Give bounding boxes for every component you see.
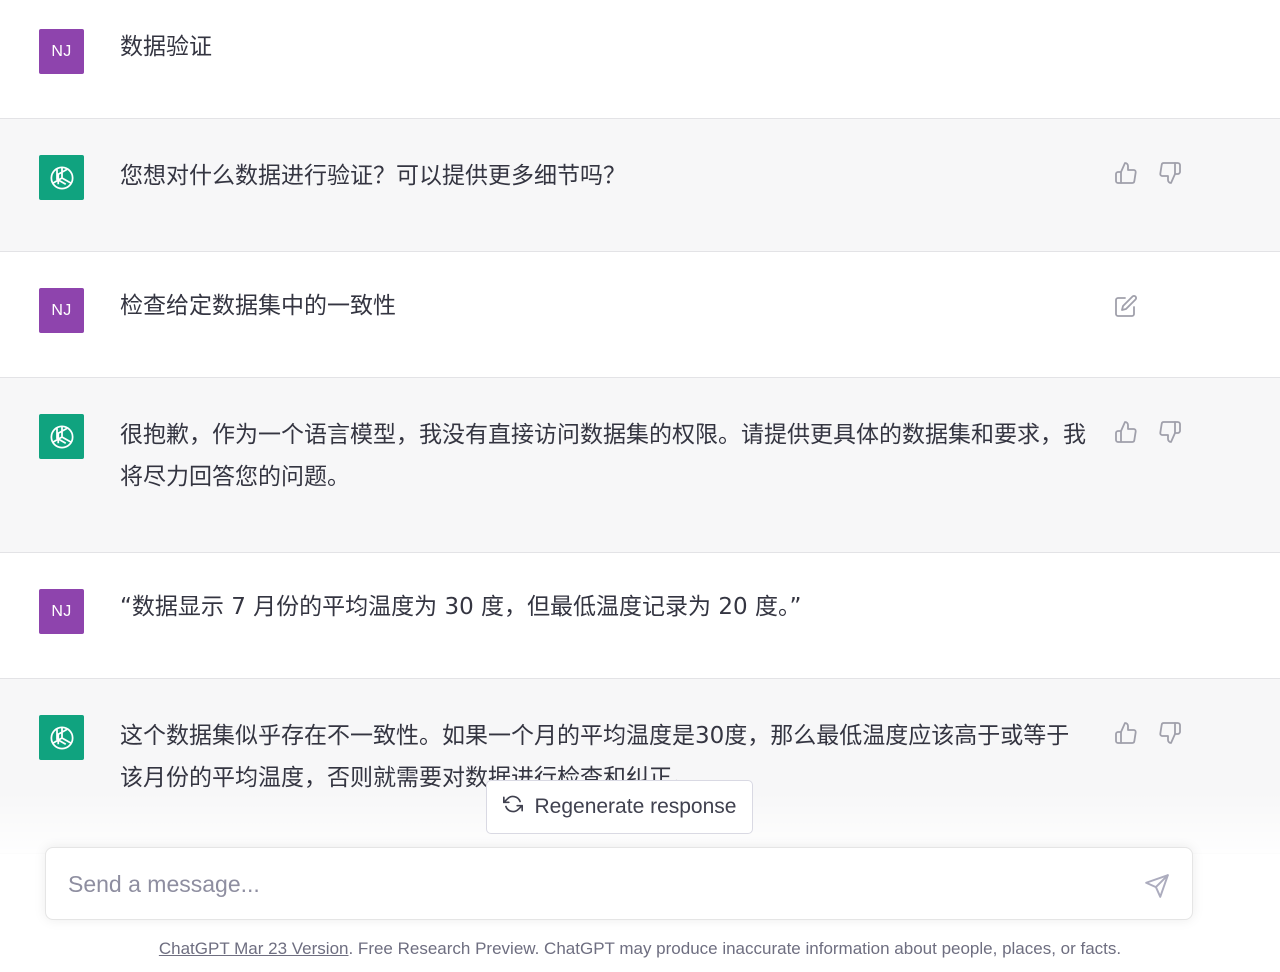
thumbs-down-icon[interactable] (1158, 420, 1182, 444)
openai-logo-icon (39, 155, 84, 200)
regenerate-label: Regenerate response (534, 795, 737, 818)
message-text: 检查给定数据集中的一致性 (120, 293, 396, 319)
assistant-message: 很抱歉，作为一个语言模型，我没有直接访问数据集的权限。请提供更具体的数据集和要求… (0, 378, 1280, 553)
assistant-message: 您想对什么数据进行验证？可以提供更多细节吗？ (0, 119, 1280, 252)
user-avatar-initials: NJ (51, 602, 72, 620)
openai-logo-icon (39, 414, 84, 459)
message-text: “数据显示 7 月份的平均温度为 30 度，但最低温度记录为 20 度。” (120, 594, 802, 620)
message-composer (45, 847, 1193, 920)
feedback-actions (1114, 420, 1182, 444)
thumbs-down-icon[interactable] (1158, 721, 1182, 745)
user-message: NJ 检查给定数据集中的一致性 (0, 252, 1280, 378)
openai-logo-icon (39, 715, 84, 760)
user-avatar: NJ (39, 29, 84, 74)
user-message: NJ 数据验证 (0, 0, 1280, 119)
regenerate-response-button[interactable]: Regenerate response (486, 780, 753, 834)
feedback-actions (1114, 161, 1182, 185)
message-input[interactable] (68, 866, 1118, 902)
thumbs-up-icon[interactable] (1114, 420, 1138, 444)
message-actions (1114, 294, 1138, 318)
thumbs-up-icon[interactable] (1114, 721, 1138, 745)
footer-text: . Free Research Preview. ChatGPT may pro… (348, 939, 1122, 958)
thumbs-up-icon[interactable] (1114, 161, 1138, 185)
edit-icon[interactable] (1114, 294, 1138, 318)
user-message: NJ “数据显示 7 月份的平均温度为 30 度，但最低温度记录为 20 度。” (0, 553, 1280, 679)
refresh-icon (502, 794, 523, 820)
message-text: 您想对什么数据进行验证？可以提供更多细节吗？ (120, 163, 626, 189)
user-avatar-initials: NJ (51, 301, 72, 319)
send-icon[interactable] (1144, 873, 1170, 899)
thumbs-down-icon[interactable] (1158, 161, 1182, 185)
feedback-actions (1114, 721, 1182, 745)
footer-disclaimer: ChatGPT Mar 23 Version. Free Research Pr… (0, 939, 1280, 959)
user-avatar: NJ (39, 288, 84, 333)
message-text: 很抱歉，作为一个语言模型，我没有直接访问数据集的权限。请提供更具体的数据集和要求… (120, 422, 1086, 490)
version-link[interactable]: ChatGPT Mar 23 Version (159, 939, 349, 958)
user-avatar-initials: NJ (51, 42, 72, 60)
message-text: 数据验证 (120, 34, 212, 60)
user-avatar: NJ (39, 589, 84, 634)
